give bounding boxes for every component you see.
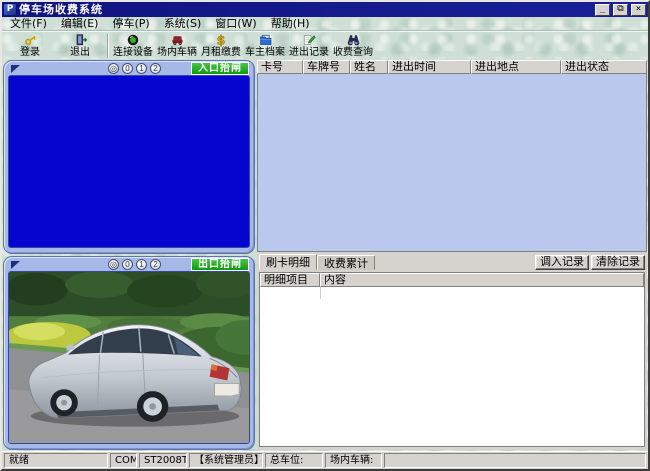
exit-panel-header: ◎ 0 1 2 出口抬闸 (8, 258, 250, 271)
window-title: 停车场收费系统 (19, 3, 592, 17)
toolbar-label: 进出记录 (289, 47, 329, 58)
menu-help[interactable]: 帮助(H) (264, 17, 317, 30)
menu-edit[interactable]: 编辑(E) (54, 17, 106, 30)
clear-records-button[interactable]: 清除记录 (591, 255, 645, 270)
svg-text:$: $ (217, 33, 226, 47)
restore-button[interactable]: ⧉ (613, 4, 628, 16)
status-com-port: COM1 (110, 453, 137, 468)
status-spacer (384, 453, 646, 468)
toolbar-label: 收费查询 (333, 47, 373, 58)
binoculars-icon (346, 33, 361, 47)
detail-tab-row: 刷卡明细 收费累计 调入记录 清除记录 (259, 254, 645, 271)
status-device-model: ST2008T2 (139, 453, 187, 468)
exit-door-icon (73, 33, 88, 47)
connect-device-icon (126, 33, 140, 47)
toolbar-label: 连接设备 (113, 47, 153, 58)
status-vehicles-in-lot: 场内车辆: (325, 453, 382, 468)
entry-exit-records-button[interactable]: 进出记录 (287, 33, 331, 59)
entry-panel-header: ◎ 0 1 2 入口抬闸 (8, 62, 250, 75)
tab-fee-total[interactable]: 收费累计 (317, 255, 375, 270)
column-header-content[interactable]: 内容 (320, 273, 644, 287)
status-total-spaces: 总车位: (265, 453, 323, 468)
detail-table-header: 明细项目 内容 (260, 273, 644, 287)
column-header-detail-item[interactable]: 明细项目 (260, 273, 320, 287)
menu-window[interactable]: 窗口(W) (208, 17, 263, 30)
menu-parking[interactable]: 停车(P) (105, 17, 156, 30)
menu-bar: 文件(F) 编辑(E) 停车(P) 系统(S) 窗口(W) 帮助(H) (2, 17, 648, 31)
detail-column-divider (320, 287, 321, 299)
entry-gate-open-button[interactable]: 入口抬闸 (191, 62, 249, 75)
status-operator-role: 【系统管理员】 (189, 453, 263, 468)
toolbar-label: 退出 (70, 47, 90, 58)
dollar-icon: $ (214, 33, 228, 47)
panel-wedge-decoration (11, 261, 20, 269)
camera-select-button[interactable]: 2 (150, 63, 161, 74)
exit-camera-buttons: ◎ 0 1 2 (108, 259, 161, 270)
fee-query-button[interactable]: 收费查询 (331, 33, 375, 59)
client-area: ◎ 0 1 2 入口抬闸 ◎ 0 1 2 (2, 59, 648, 451)
video-column: ◎ 0 1 2 入口抬闸 ◎ 0 1 2 (3, 60, 255, 450)
column-header-status[interactable]: 进出状态 (561, 60, 647, 74)
camera-select-button[interactable]: 0 (122, 259, 133, 270)
owner-files-icon (258, 33, 273, 47)
exit-capture-panel: ◎ 0 1 2 出口抬闸 (3, 256, 255, 450)
menu-system[interactable]: 系统(S) (157, 17, 209, 30)
key-icon (23, 33, 38, 47)
camera-select-button[interactable]: 1 (136, 259, 147, 270)
entry-capture-panel: ◎ 0 1 2 入口抬闸 (3, 60, 255, 254)
panel-wedge-decoration (11, 65, 20, 73)
status-bar: 就绪 COM1 ST2008T2 【系统管理员】 总车位: 场内车辆: (2, 451, 648, 469)
minimize-button[interactable]: _ (595, 4, 610, 16)
owner-files-button[interactable]: 车主档案 (243, 33, 287, 59)
camera-select-button[interactable]: ◎ (108, 259, 119, 270)
load-records-button[interactable]: 调入记录 (535, 255, 589, 270)
status-ready: 就绪 (4, 453, 108, 468)
toolbar-separator (107, 34, 109, 58)
app-window: P 停车场收费系统 _ ⧉ × 文件(F) 编辑(E) 停车(P) 系统(S) … (0, 0, 650, 471)
connect-device-button[interactable]: 连接设备 (111, 33, 155, 59)
login-button[interactable]: 登录 (5, 33, 55, 59)
records-column: 卡号 车牌号 姓名 进出时间 进出地点 进出状态 刷卡明细 收费累计 调入记录 … (257, 60, 647, 450)
column-header-card-no[interactable]: 卡号 (257, 60, 303, 74)
menu-file[interactable]: 文件(F) (3, 17, 54, 30)
detail-section: 刷卡明细 收费累计 调入记录 清除记录 明细项目 内容 (257, 252, 647, 450)
records-pen-icon (302, 33, 316, 47)
vehicles-in-lot-button[interactable]: 场内车辆 (155, 33, 199, 59)
column-header-plate-no[interactable]: 车牌号 (303, 60, 350, 74)
close-button[interactable]: × (631, 4, 646, 16)
exit-video-feed-car-photo (8, 271, 250, 444)
monthly-payment-button[interactable]: $ 月租缴费 (199, 33, 243, 59)
vehicles-icon (170, 33, 185, 47)
camera-select-button[interactable]: ◎ (108, 63, 119, 74)
title-bar: P 停车场收费系统 _ ⧉ × (2, 2, 648, 17)
camera-select-button[interactable]: 0 (122, 63, 133, 74)
camera-select-button[interactable]: 2 (150, 259, 161, 270)
exit-button[interactable]: 退出 (55, 33, 105, 59)
tab-card-detail[interactable]: 刷卡明细 (259, 254, 317, 270)
exit-gate-open-button[interactable]: 出口抬闸 (191, 258, 249, 271)
entry-video-feed (8, 75, 250, 248)
car-photo-illustration (9, 272, 249, 443)
toolbar-label: 车主档案 (245, 47, 285, 58)
column-header-name[interactable]: 姓名 (350, 60, 388, 74)
toolbar-label: 月租缴费 (201, 47, 241, 58)
column-header-time[interactable]: 进出时间 (388, 60, 471, 74)
toolbar-label: 场内车辆 (157, 47, 197, 58)
camera-select-button[interactable]: 1 (136, 63, 147, 74)
toolbar: 登录 退出 连接设备 场内车辆 $ 月租缴费 (2, 31, 648, 59)
records-table-header: 卡号 车牌号 姓名 进出时间 进出地点 进出状态 (257, 60, 647, 74)
detail-table: 明细项目 内容 (259, 272, 645, 447)
records-list[interactable] (257, 74, 647, 252)
column-header-location[interactable]: 进出地点 (471, 60, 561, 74)
toolbar-label: 登录 (20, 47, 40, 58)
app-icon: P (4, 4, 16, 15)
entry-camera-buttons: ◎ 0 1 2 (108, 63, 161, 74)
detail-table-body[interactable] (260, 287, 644, 446)
